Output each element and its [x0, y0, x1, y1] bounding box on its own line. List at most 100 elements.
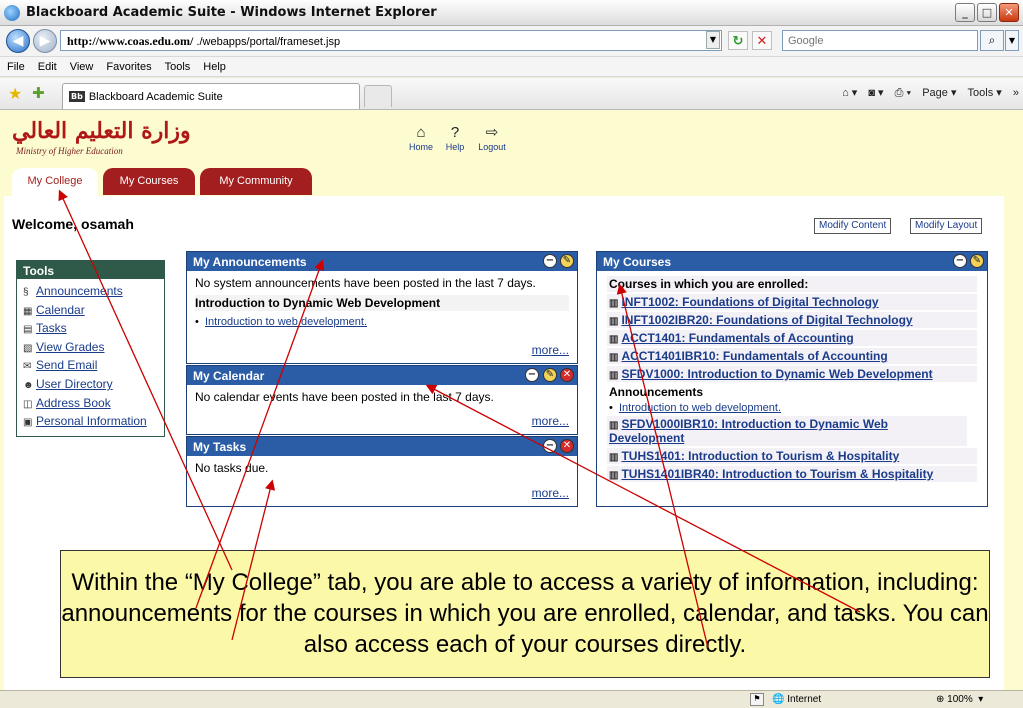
- refresh-icon[interactable]: ↻: [728, 31, 748, 50]
- add-favorite-icon[interactable]: ✚: [32, 84, 45, 102]
- page-menu[interactable]: Page ▾: [922, 87, 956, 99]
- tools-menu[interactable]: Tools ▾: [968, 87, 1002, 99]
- edit-icon[interactable]: ✎: [970, 254, 984, 268]
- course-item[interactable]: ▥ INFT1002IBR20: Foundations of Digital T…: [607, 312, 977, 328]
- tool-tasks[interactable]: ▤ Tasks: [23, 321, 158, 340]
- collapse-icon[interactable]: −: [525, 368, 539, 382]
- logo-subtitle: Ministry of Higher Education: [16, 146, 123, 156]
- print-icon[interactable]: ⎙ ▾: [895, 87, 911, 99]
- close-icon[interactable]: ✕: [560, 368, 574, 382]
- menu-bar: File Edit View Favorites Tools Help: [0, 56, 1023, 77]
- tool-user-directory[interactable]: ☻ User Directory: [23, 377, 158, 396]
- home-link[interactable]: ⌂ Home: [404, 124, 438, 152]
- course-item[interactable]: ▥ SFDV1000IBR10: Introduction to Dynamic …: [607, 416, 967, 446]
- tool-calendar[interactable]: ▦ Calendar: [23, 303, 158, 322]
- address-dropdown-icon[interactable]: ▼: [706, 31, 720, 49]
- personal-info-icon: ▣: [23, 417, 33, 429]
- calendar-header: My Calendar − ✎ ✕: [187, 366, 577, 385]
- menu-view[interactable]: View: [63, 57, 100, 73]
- book-icon: ▥: [609, 420, 619, 431]
- home-icon[interactable]: ⌂ ▾: [842, 87, 857, 99]
- favorites-star-icon[interactable]: ★: [8, 84, 22, 103]
- search-box[interactable]: [782, 30, 978, 51]
- feeds-icon[interactable]: ◙ ▾: [868, 87, 883, 99]
- book-icon: ▥: [609, 352, 619, 363]
- menu-help[interactable]: Help: [196, 57, 232, 73]
- course-item[interactable]: ▥ ACCT1401: Fundamentals of Accounting: [607, 330, 977, 346]
- menu-edit[interactable]: Edit: [31, 57, 63, 73]
- announcement-notice: No system announcements have been posted…: [195, 276, 536, 290]
- edit-icon[interactable]: ✎: [543, 368, 557, 382]
- tools-title: Tools: [17, 261, 164, 279]
- minimize-button[interactable]: _: [955, 3, 975, 22]
- address-field[interactable]: http://www.coas.edu.om/ ./webapps/portal…: [60, 30, 722, 51]
- stop-icon[interactable]: ✕: [752, 31, 772, 50]
- book-icon: ▥: [609, 298, 619, 309]
- tool-view-grades[interactable]: ▧ View Grades: [23, 340, 158, 359]
- ministry-logo: وزارة التعليم العالي Ministry of Higher …: [12, 118, 240, 162]
- collapse-icon[interactable]: −: [543, 254, 557, 268]
- tool-announcements[interactable]: § Announcements: [23, 284, 158, 303]
- tasks-module: My Tasks − ✕ No tasks due. more...: [186, 436, 578, 507]
- protected-mode-icon: ⚑: [750, 693, 764, 706]
- calendar-more-link[interactable]: more...: [532, 414, 569, 428]
- menu-favorites[interactable]: Favorites: [99, 57, 157, 73]
- collapse-icon[interactable]: −: [953, 254, 967, 268]
- url-path: ./webapps/portal/frameset.jsp: [193, 36, 341, 48]
- calendar-notice: No calendar events have been posted in t…: [195, 390, 494, 404]
- explanation-callout: Within the “My College” tab, you are abl…: [60, 550, 990, 678]
- close-icon[interactable]: ✕: [560, 439, 574, 453]
- tasks-icon: ▤: [23, 324, 33, 336]
- tool-personal-information[interactable]: ▣ Personal Information: [23, 414, 158, 433]
- tool-address-book[interactable]: ◫ Address Book: [23, 396, 158, 415]
- email-icon: ✉: [23, 361, 32, 373]
- announcements-module: My Announcements − ✎ No system announcem…: [186, 251, 578, 364]
- tab-my-community[interactable]: My Community: [200, 168, 312, 195]
- book-icon: ▥: [609, 316, 619, 327]
- course-item[interactable]: ▥ TUHS1401: Introduction to Tourism & Hos…: [607, 448, 977, 464]
- maximize-button[interactable]: □: [977, 3, 997, 22]
- search-icon[interactable]: ⌕: [980, 30, 1004, 51]
- zoom-level[interactable]: ⊕ 100% ▾: [936, 694, 983, 705]
- course-item[interactable]: ▥ INFT1002: Foundations of Digital Techno…: [607, 294, 977, 310]
- help-link[interactable]: ? Help: [442, 124, 468, 152]
- announcements-more-link[interactable]: more...: [532, 343, 569, 357]
- search-input[interactable]: [783, 31, 977, 50]
- edit-icon[interactable]: ✎: [560, 254, 574, 268]
- back-button[interactable]: ◀: [6, 29, 30, 53]
- tab-my-courses[interactable]: My Courses: [103, 168, 195, 195]
- welcome-heading: Welcome, osamah: [12, 216, 134, 232]
- modify-layout-button[interactable]: Modify Layout: [910, 218, 983, 234]
- courses-header: My Courses − ✎: [597, 252, 987, 271]
- course-announcement-link[interactable]: Introduction to web development.: [619, 402, 781, 414]
- announcements-header: My Announcements − ✎: [187, 252, 577, 271]
- book-icon: ▥: [609, 334, 619, 345]
- status-bar: ⚑ 🌐 Internet ⊕ 100% ▾: [0, 690, 1023, 708]
- chevron-more-icon[interactable]: »: [1013, 87, 1019, 99]
- modify-content-button[interactable]: Modify Content: [814, 218, 892, 234]
- announcement-link[interactable]: Introduction to web development.: [205, 316, 367, 328]
- logout-link[interactable]: ⇨ Logout: [472, 124, 512, 152]
- tasks-header: My Tasks − ✕: [187, 437, 577, 456]
- logout-icon: ⇨: [485, 124, 499, 141]
- course-item[interactable]: ▥ ACCT1401IBR10: Fundamentals of Accounti…: [607, 348, 977, 364]
- calendar-icon: ▦: [23, 305, 33, 317]
- course-item[interactable]: ▥ TUHS1401IBR40: Introduction to Tourism …: [607, 466, 977, 482]
- browser-tab[interactable]: Bb Blackboard Academic Suite: [62, 83, 360, 109]
- forward-button[interactable]: ▶: [33, 29, 57, 53]
- close-window-button[interactable]: ✕: [999, 3, 1019, 22]
- course-item[interactable]: ▥ SFDV1000: Introduction to Dynamic Web D…: [607, 366, 977, 382]
- tools-panel: Tools § Announcements ▦ Calendar ▤ Tasks ▧ V…: [16, 260, 165, 437]
- tab-my-college[interactable]: My College: [12, 168, 98, 198]
- ie-logo-icon: [4, 5, 20, 21]
- search-dropdown-icon[interactable]: ▼: [1005, 30, 1019, 51]
- menu-tools[interactable]: Tools: [158, 57, 197, 73]
- announcement-course: Introduction to Dynamic Web Development: [195, 295, 569, 311]
- new-tab-button[interactable]: [364, 85, 392, 107]
- window-title: Blackboard Academic Suite - Windows Inte…: [26, 5, 437, 20]
- tasks-more-link[interactable]: more...: [532, 486, 569, 500]
- address-toolbar: ◀ ▶ http://www.coas.edu.om/ ./webapps/po…: [0, 26, 1023, 56]
- tool-send-email[interactable]: ✉ Send Email: [23, 358, 158, 377]
- menu-file[interactable]: File: [0, 57, 31, 73]
- collapse-icon[interactable]: −: [543, 439, 557, 453]
